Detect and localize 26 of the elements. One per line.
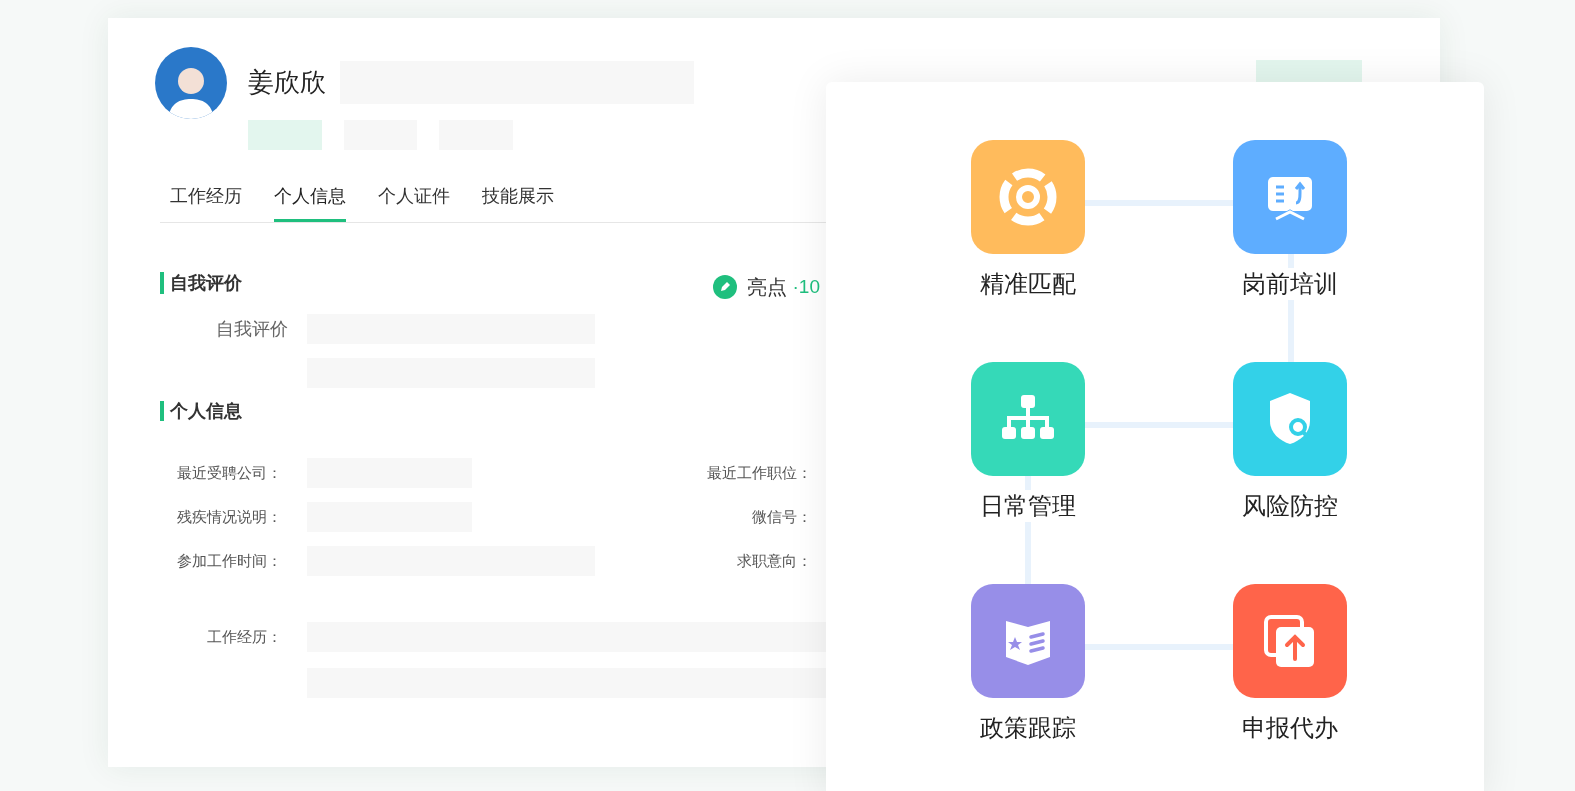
tab[interactable]: 工作经历 — [170, 174, 242, 222]
field-label: 残疾情况说明： — [176, 506, 282, 527]
highlight-label: 亮点 — [746, 275, 787, 300]
section-title: 自我评价 — [160, 272, 242, 294]
field-label: 工作经历： — [206, 626, 282, 647]
feature-tile[interactable] — [971, 140, 1085, 254]
tab[interactable]: 技能展示 — [482, 174, 554, 222]
feature-tile[interactable] — [1233, 140, 1347, 254]
tab[interactable]: 个人信息 — [274, 174, 346, 222]
candidate-name: 姜欣欣 — [248, 66, 326, 99]
feature-label: 日常管理 — [980, 490, 1076, 522]
feature-tile[interactable] — [1233, 362, 1347, 476]
highlight-count: ·10 — [792, 274, 820, 299]
field-label: 参加工作时间： — [176, 550, 282, 571]
field-label: 自我评价 — [215, 317, 288, 341]
feature-label: 岗前培训 — [1242, 268, 1338, 300]
field-label: 求职意向： — [737, 550, 812, 571]
field-label: 最近工作职位： — [707, 462, 812, 483]
tab[interactable]: 个人证件 — [378, 174, 450, 222]
feature-tile[interactable] — [971, 584, 1085, 698]
field-label: 最近受聘公司： — [176, 462, 282, 483]
section-title: 个人信息 — [160, 401, 242, 421]
feature-tile[interactable] — [971, 362, 1085, 476]
pencil-badge-icon — [712, 275, 737, 299]
field-label: 微信号： — [752, 506, 812, 527]
feature-tile[interactable] — [1233, 584, 1347, 698]
